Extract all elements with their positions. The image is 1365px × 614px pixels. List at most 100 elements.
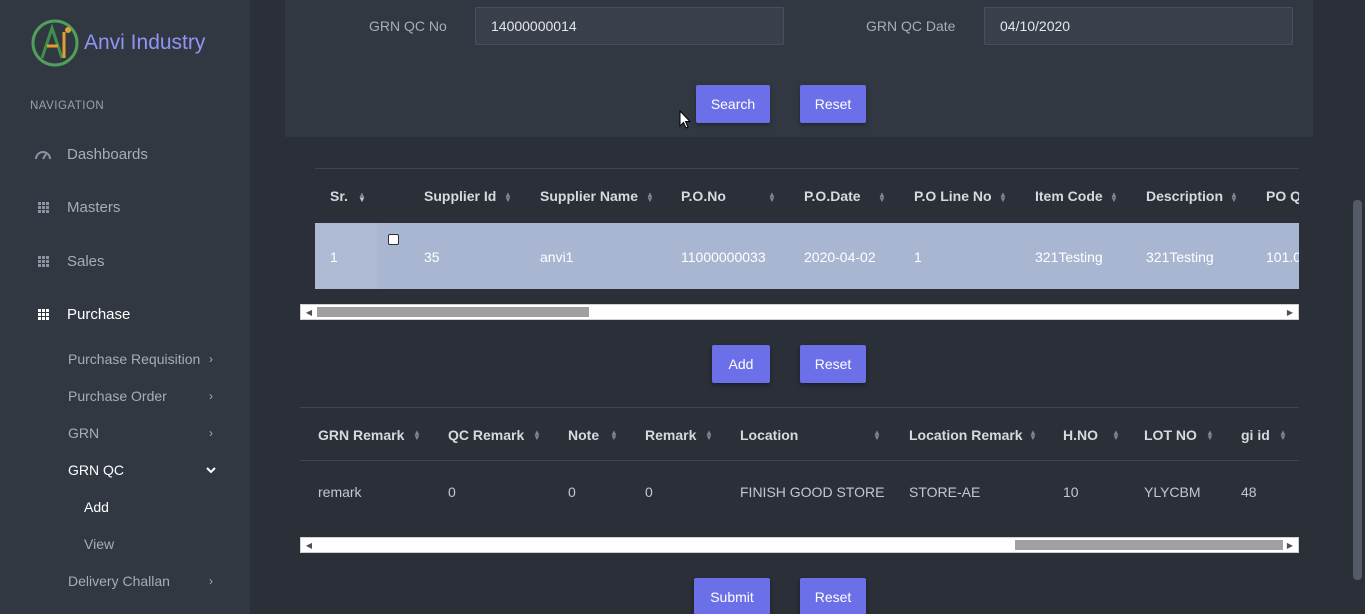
chevron-right-icon: ›: [209, 389, 213, 403]
cell-lot-no: YLYCBM: [1144, 484, 1201, 500]
table-row[interactable]: 1 35 anvi1 11000000033 2020-04-02 1 321T…: [315, 223, 1299, 289]
cell-qc-remark: 0: [448, 484, 456, 500]
col-header-h-no[interactable]: H.NO: [1063, 408, 1098, 461]
cell-h-no: 10: [1063, 484, 1079, 500]
sidebar-item-grnqc-view[interactable]: View: [84, 536, 114, 552]
chevron-right-icon: ›: [209, 352, 213, 366]
sort-icon[interactable]: ▲ ▼: [504, 191, 512, 204]
col-header-remark[interactable]: Remark: [645, 408, 696, 461]
header-label: GRN Remark: [318, 426, 405, 443]
brand[interactable]: Anvi Industry: [30, 18, 205, 68]
scrollbar-thumb[interactable]: [317, 307, 589, 317]
sort-icon[interactable]: ▲ ▼: [610, 429, 618, 442]
search-button[interactable]: Search: [696, 85, 770, 123]
scrollbar-thumb[interactable]: [1015, 540, 1283, 550]
col-header-location[interactable]: Location: [740, 408, 798, 461]
cell-location-remark: STORE-AE: [909, 484, 981, 500]
sidebar-item-grn-qc[interactable]: GRN QC: [68, 462, 218, 478]
row-checkbox[interactable]: [388, 234, 399, 245]
header-label: LOT NO: [1144, 426, 1197, 443]
col-header-po-date[interactable]: P.O.Date: [804, 169, 861, 223]
col-header-qc-remark[interactable]: QC Remark: [448, 408, 524, 461]
scroll-left-icon[interactable]: ◀: [301, 305, 317, 319]
col-header-note[interactable]: Note: [568, 408, 599, 461]
header-label: P.O.Date: [804, 188, 861, 204]
sidebar-item-purchase-order[interactable]: Purchase Order ›: [68, 388, 218, 404]
sort-icon[interactable]: ▲ ▼: [1230, 191, 1238, 204]
cell-po-qty: 101.0: [1266, 248, 1299, 265]
grn-qc-date-input[interactable]: 04/10/2020: [984, 7, 1293, 45]
nav-item-masters[interactable]: Masters: [30, 199, 120, 216]
cell-supplier-name: anvi1: [540, 248, 574, 265]
col-header-po-no[interactable]: P.O.No: [681, 169, 726, 223]
sort-icon[interactable]: ▲ ▼: [873, 429, 881, 442]
sidebar-item-delivery-challan[interactable]: Delivery Challan ›: [68, 573, 218, 589]
scroll-left-icon[interactable]: ◀: [301, 538, 317, 552]
sub-item-label: GRN: [68, 425, 100, 441]
grn-qc-no-input[interactable]: 14000000014: [475, 7, 784, 45]
header-label: Remark: [645, 426, 697, 443]
sort-icon[interactable]: ▲ ▼: [1110, 191, 1118, 204]
sidebar-item-grn[interactable]: GRN ›: [68, 425, 218, 441]
sort-icon[interactable]: ▲ ▼: [533, 429, 541, 442]
sort-icon[interactable]: ▲ ▼: [1206, 429, 1214, 442]
nav-item-dashboards[interactable]: Dashboards: [30, 146, 148, 163]
header-label: Sr.: [330, 188, 348, 204]
col-header-sr[interactable]: Sr.: [330, 169, 348, 223]
header-label: PO Q: [1266, 188, 1299, 204]
scroll-right-icon[interactable]: ▶: [1282, 305, 1298, 319]
col-header-supplier-id[interactable]: Supplier Id: [424, 169, 496, 223]
col-header-lot-no[interactable]: LOT NO: [1144, 408, 1197, 461]
nav-item-sales[interactable]: Sales: [30, 253, 105, 270]
scrollbar-thumb[interactable]: [1353, 200, 1362, 580]
col-header-gi-id[interactable]: gi id: [1241, 408, 1270, 461]
col-header-item-code[interactable]: Item Code: [1035, 169, 1103, 223]
table2-horizontal-scrollbar[interactable]: ◀ ▶: [300, 537, 1299, 553]
sort-icon[interactable]: ▲ ▼: [358, 191, 366, 204]
cell-sr: 1: [330, 248, 338, 265]
sidebar-item-purchase-requisition[interactable]: Purchase Requisition ›: [68, 351, 218, 367]
sort-icon[interactable]: ▲ ▼: [999, 191, 1007, 204]
sidebar: Anvi Industry NAVIGATION Dashboards Mast…: [0, 0, 250, 614]
gauge-icon: [30, 148, 56, 162]
header-label: Location: [740, 426, 799, 443]
sort-icon[interactable]: ▲ ▼: [1279, 429, 1287, 442]
sidebar-item-grnqc-add[interactable]: Add: [84, 499, 109, 515]
sort-icon[interactable]: ▲ ▼: [413, 429, 421, 442]
nav-item-label: Purchase: [67, 306, 131, 323]
add-button[interactable]: Add: [712, 345, 770, 383]
add-reset-button[interactable]: Reset: [800, 345, 866, 383]
col-header-grn-remark[interactable]: GRN Remark: [318, 408, 404, 461]
nav-item-purchase[interactable]: Purchase: [30, 306, 130, 323]
col-header-supplier-name[interactable]: Supplier Name: [540, 169, 638, 223]
page-vertical-scrollbar[interactable]: [1350, 0, 1365, 614]
header-label: QC Remark: [448, 426, 525, 443]
submit-reset-button[interactable]: Reset: [800, 578, 866, 614]
col-header-po-line-no[interactable]: P.O Line No: [914, 169, 992, 223]
sort-icon[interactable]: ▲ ▼: [646, 191, 654, 204]
header-label: Item Code: [1035, 188, 1103, 204]
cell-po-date: 2020-04-02: [804, 248, 876, 265]
col-header-po-qty[interactable]: PO Q: [1266, 169, 1299, 223]
nav-heading: NAVIGATION: [30, 100, 105, 112]
col-header-description[interactable]: Description: [1146, 169, 1223, 223]
submit-button[interactable]: Submit: [694, 578, 770, 614]
sort-icon[interactable]: ▲ ▼: [1112, 429, 1120, 442]
anvi-logo: [30, 18, 80, 68]
cell-description: 321Testing: [1146, 248, 1214, 265]
sort-icon[interactable]: ▲ ▼: [1029, 429, 1037, 442]
sort-icon[interactable]: ▲ ▼: [768, 191, 776, 204]
scroll-right-icon[interactable]: ▶: [1282, 538, 1298, 552]
cell-grn-remark: remark: [318, 484, 362, 500]
header-label: P.O.No: [681, 188, 726, 204]
sub-item-label: Purchase Requisition: [68, 351, 201, 367]
sub-item-label: Purchase Order: [68, 388, 167, 404]
search-reset-button[interactable]: Reset: [800, 85, 866, 123]
sort-icon[interactable]: ▲ ▼: [705, 429, 713, 442]
table1-horizontal-scrollbar[interactable]: ◀ ▶: [300, 304, 1299, 320]
chevron-down-icon: [204, 463, 218, 477]
sort-icon[interactable]: ▲ ▼: [878, 191, 886, 204]
col-header-location-remark[interactable]: Location Remark: [909, 408, 1023, 461]
search-panel: GRN QC No 14000000014 GRN QC Date 04/10/…: [285, 0, 1313, 137]
cell-po-no: 11000000033: [681, 248, 766, 265]
